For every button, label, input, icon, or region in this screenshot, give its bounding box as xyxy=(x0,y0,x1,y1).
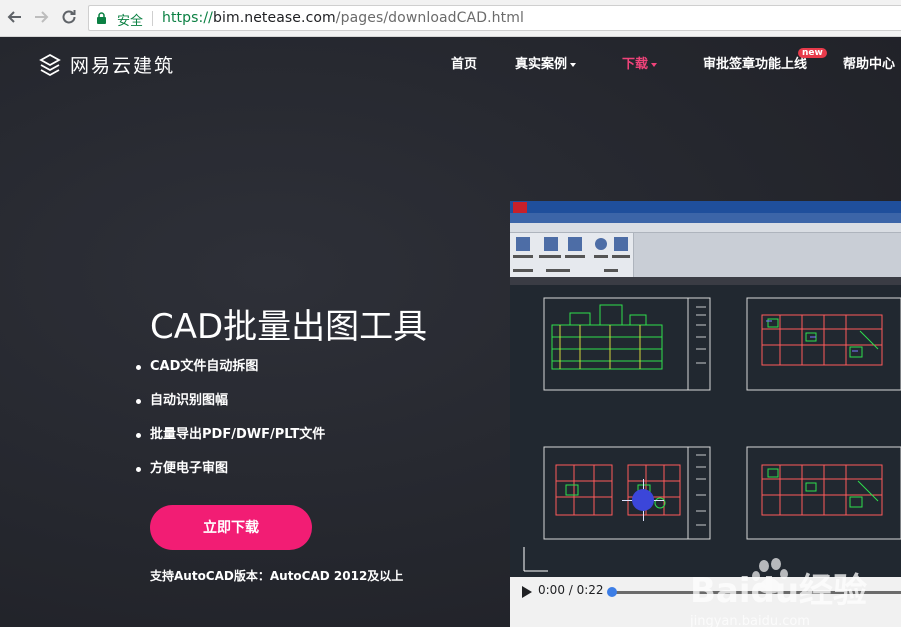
secure-label: 安全 xyxy=(117,14,144,29)
nav-home[interactable]: 首页 xyxy=(451,53,477,72)
feature-item: 方便电子审图 xyxy=(135,461,325,495)
cad-titlebar xyxy=(510,201,901,213)
top-navigation: 首页 真实案例 下载 审批签章功能上线 帮助中心 xyxy=(0,53,901,73)
download-now-button[interactable]: 立即下载 xyxy=(150,505,312,550)
reload-icon xyxy=(62,10,76,24)
seek-thumb[interactable] xyxy=(607,587,617,597)
nav-download-label: 下载 xyxy=(622,57,649,72)
url-host: bim.netease.com xyxy=(212,10,336,26)
address-bar[interactable]: 安全 https://bim.netease.com/pages/downloa… xyxy=(88,5,901,31)
watermark-url: jingyan.baidu.com xyxy=(690,614,810,627)
cad-ribbon-icons xyxy=(513,237,630,272)
nav-help-center[interactable]: 帮助中心 xyxy=(843,53,895,72)
watermark-brand: Baidu经验 xyxy=(690,571,867,611)
lock-icon xyxy=(97,12,106,24)
cad-drawing-area xyxy=(510,285,901,577)
forward-button[interactable] xyxy=(30,6,52,28)
nav-approval-launch[interactable]: 审批签章功能上线 xyxy=(703,53,807,72)
browser-toolbar: 安全 https://bim.netease.com/pages/downloa… xyxy=(0,0,901,37)
arrow-left-icon xyxy=(7,11,21,23)
url-protocol: https:// xyxy=(162,10,213,26)
url-text: https://bim.netease.com/pages/downloadCA… xyxy=(162,10,524,26)
play-icon[interactable] xyxy=(520,585,534,599)
feature-item: CAD文件自动拆图 xyxy=(135,359,325,393)
nav-cases-label: 真实案例 xyxy=(515,57,568,72)
back-button[interactable] xyxy=(4,6,26,28)
address-separator xyxy=(152,11,153,26)
page-body: 网易云建筑 首页 真实案例 下载 审批签章功能上线 帮助中心 new CAD批量… xyxy=(0,37,901,627)
cad-ribbon-panel xyxy=(510,233,634,277)
baidu-jingyan-watermark: Baidu经验 jingyan.baidu.com xyxy=(690,558,867,627)
url-path: /pages/downloadCAD.html xyxy=(335,10,524,26)
cad-ribbon-empty xyxy=(634,233,901,277)
chevron-down-icon xyxy=(651,62,658,67)
feature-list: CAD文件自动拆图 自动识别图幅 批量导出PDF/DWF/PLT文件 方便电子审… xyxy=(135,359,325,495)
feature-item: 自动识别图幅 xyxy=(135,393,325,427)
nav-download[interactable]: 下载 xyxy=(622,53,658,72)
cad-file-tab xyxy=(510,277,901,285)
nav-cases[interactable]: 真实案例 xyxy=(515,53,577,72)
support-note: 支持AutoCAD版本：AutoCAD 2012及以上 xyxy=(150,569,404,583)
cursor-highlight xyxy=(632,489,654,511)
video-time: 0:00 / 0:22 xyxy=(538,583,604,597)
arrow-right-icon xyxy=(35,11,49,23)
reload-button[interactable] xyxy=(58,6,80,28)
cad-menubar xyxy=(510,213,901,223)
cad-drawings xyxy=(523,297,901,572)
hero-title: CAD批量出图工具 xyxy=(150,307,428,347)
chevron-down-icon xyxy=(570,62,577,67)
cad-ribbon-tabs xyxy=(510,223,901,233)
feature-item: 批量导出PDF/DWF/PLT文件 xyxy=(135,427,325,461)
new-badge: new xyxy=(798,48,827,58)
